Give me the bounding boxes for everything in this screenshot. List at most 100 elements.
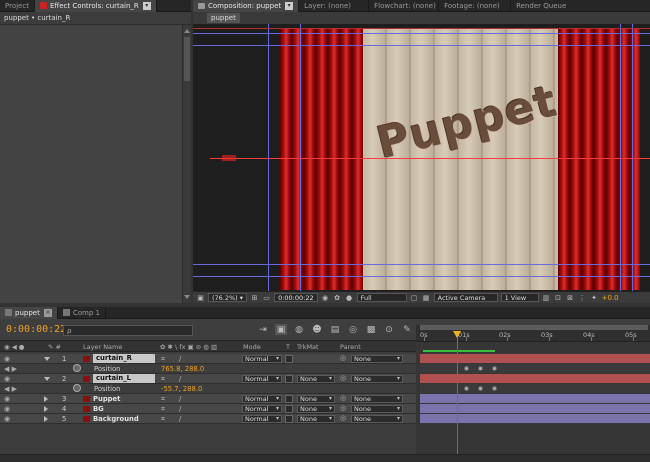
motion-path-handle[interactable] <box>222 155 236 161</box>
eye-icon[interactable]: ◉ <box>4 375 10 383</box>
column-layer-name[interactable]: Layer Name <box>83 343 122 351</box>
timeline-graph[interactable]: 0s 01s 02s 03s 04s 05s <box>416 325 650 454</box>
live-update-icon[interactable]: ▣ <box>275 324 287 335</box>
shy-switch-icon[interactable]: ⌗ <box>161 355 165 364</box>
flowchart-icon[interactable]: ⋮ <box>578 294 587 302</box>
twirl-closed-icon[interactable] <box>44 416 48 422</box>
label-color-swatch[interactable] <box>83 396 90 402</box>
draft-3d-icon[interactable]: ◍ <box>293 324 305 335</box>
column-trkmat[interactable]: TrkMat <box>297 343 319 351</box>
quality-switch-icon[interactable]: / <box>179 415 181 423</box>
eye-icon[interactable]: ◉ <box>4 395 10 403</box>
tab-layer[interactable]: Layer: (none) <box>299 0 370 12</box>
transparency-grid-icon[interactable]: ▦ <box>422 294 431 302</box>
motion-blur-icon[interactable]: ◎ <box>347 324 359 335</box>
resolution-dropdown[interactable]: Full <box>356 293 407 302</box>
parent-dropdown[interactable]: None <box>351 375 403 383</box>
shy-switch-icon[interactable]: ⌗ <box>161 405 165 414</box>
layer-name[interactable]: BG <box>93 405 104 413</box>
current-time-indicator[interactable] <box>457 331 458 454</box>
layer-name[interactable]: curtain_R <box>93 354 155 363</box>
layer-bar-bg[interactable] <box>420 404 650 413</box>
camera-dropdown[interactable]: Active Camera <box>433 293 498 302</box>
keyframe[interactable] <box>492 386 497 391</box>
snapshot-icon[interactable]: ◉ <box>321 294 330 302</box>
label-color-swatch[interactable] <box>83 416 90 422</box>
layer-bar-curtain-l[interactable] <box>420 374 650 383</box>
work-area-bar[interactable] <box>420 325 648 330</box>
twirl-closed-icon[interactable] <box>44 406 48 412</box>
stopwatch-icon[interactable] <box>73 364 81 372</box>
trkmat-dropdown[interactable]: None <box>297 405 335 413</box>
column-parent[interactable]: Parent <box>340 343 361 351</box>
current-time-indicator-handle[interactable] <box>453 331 461 338</box>
twirl-closed-icon[interactable] <box>44 396 48 402</box>
parent-dropdown[interactable]: None <box>351 395 403 403</box>
quality-switch-icon[interactable]: / <box>179 375 181 383</box>
mode-dropdown[interactable]: Normal <box>242 415 282 423</box>
mode-dropdown[interactable]: Normal <box>242 375 282 383</box>
panel-menu-icon[interactable]: ▾ <box>142 1 151 10</box>
grid-icon[interactable]: ⊞ <box>250 294 259 302</box>
label-color-swatch[interactable] <box>83 406 90 412</box>
time-ruler[interactable]: 0s 01s 02s 03s 04s 05s <box>416 325 650 342</box>
layer-name[interactable]: Background <box>93 415 139 423</box>
keyframe[interactable] <box>492 366 497 371</box>
parent-dropdown[interactable]: None <box>351 415 403 423</box>
keyframe[interactable] <box>464 366 469 371</box>
mode-dropdown[interactable]: Normal <box>242 355 282 363</box>
zoom-dropdown[interactable]: (76.2%) ▾ <box>208 293 248 302</box>
property-row-position[interactable]: ◀ ▶ Position -55.7, 288.0 <box>0 384 416 394</box>
tab-flowchart[interactable]: Flowchart: (none) <box>369 0 440 12</box>
label-color-swatch[interactable] <box>83 376 90 382</box>
stopwatch-icon[interactable] <box>73 384 81 392</box>
pickwhip-icon[interactable]: ◎ <box>340 414 346 422</box>
region-of-interest-icon[interactable]: ▢ <box>410 294 419 302</box>
parent-dropdown[interactable]: None <box>351 405 403 413</box>
tab-render-queue[interactable]: Render Queue <box>511 0 571 12</box>
preserve-transparency-checkbox[interactable] <box>285 395 293 403</box>
mode-dropdown[interactable]: Normal <box>242 405 282 413</box>
fast-previews-icon[interactable]: ⊡ <box>554 294 563 302</box>
quality-switch-icon[interactable]: / <box>179 405 181 413</box>
scroll-thumb[interactable] <box>184 37 190 81</box>
exposure-value[interactable]: +0.0 <box>602 294 619 302</box>
twirl-open-icon[interactable] <box>44 357 50 361</box>
layer-row-puppet[interactable]: ◉ 3 Puppet ⌗ / Normal None ◎ None <box>0 394 416 404</box>
trkmat-dropdown[interactable]: None <box>297 395 335 403</box>
view-layout-dropdown[interactable]: 1 View <box>500 293 539 302</box>
tab-composition[interactable]: Composition: puppet ▾ <box>193 0 300 12</box>
shy-switch-icon[interactable]: ⌗ <box>161 375 165 384</box>
preserve-transparency-checkbox[interactable] <box>285 375 293 383</box>
property-value[interactable]: 765.8, 288.0 <box>161 365 204 373</box>
trkmat-dropdown[interactable]: None <box>297 375 335 383</box>
quality-switch-icon[interactable]: / <box>179 355 181 363</box>
close-icon[interactable]: × <box>43 308 52 317</box>
column-mode[interactable]: Mode <box>243 343 261 351</box>
toggle-pixel-aspect-icon[interactable]: ▥ <box>542 294 551 302</box>
auto-keyframe-icon[interactable]: ⊙ <box>383 324 395 335</box>
keyframe[interactable] <box>464 386 469 391</box>
keyframe[interactable] <box>478 386 483 391</box>
keyframe[interactable] <box>478 366 483 371</box>
layer-bar-curtain-r[interactable] <box>420 354 650 363</box>
eye-icon[interactable]: ◉ <box>4 355 10 363</box>
color-channels-icon[interactable]: ● <box>345 294 354 302</box>
tab-timeline-puppet[interactable]: puppet × <box>0 306 58 319</box>
property-value[interactable]: -55.7, 288.0 <box>161 385 202 393</box>
scroll-up-icon[interactable] <box>184 29 190 33</box>
vertical-scrollbar[interactable] <box>182 25 191 303</box>
trkmat-dropdown[interactable]: None <box>297 415 335 423</box>
keyframe-nav-icon[interactable]: ◀ ▶ <box>4 365 17 373</box>
preserve-transparency-checkbox[interactable] <box>285 415 293 423</box>
comp-mini-flowchart-icon[interactable]: ⇥ <box>257 324 269 335</box>
parent-dropdown[interactable]: None <box>351 355 403 363</box>
panel-menu-icon[interactable]: ▾ <box>285 1 294 10</box>
label-color-swatch[interactable] <box>83 356 90 362</box>
tab-footage[interactable]: Footage: (none) <box>439 0 512 12</box>
tab-timeline-comp1[interactable]: Comp 1 <box>58 306 106 319</box>
shy-switch-icon[interactable]: ⌗ <box>161 395 165 404</box>
twirl-open-icon[interactable] <box>44 377 50 381</box>
pickwhip-icon[interactable]: ◎ <box>340 404 346 412</box>
current-time-display[interactable]: 0:00:00:22 <box>6 324 66 335</box>
